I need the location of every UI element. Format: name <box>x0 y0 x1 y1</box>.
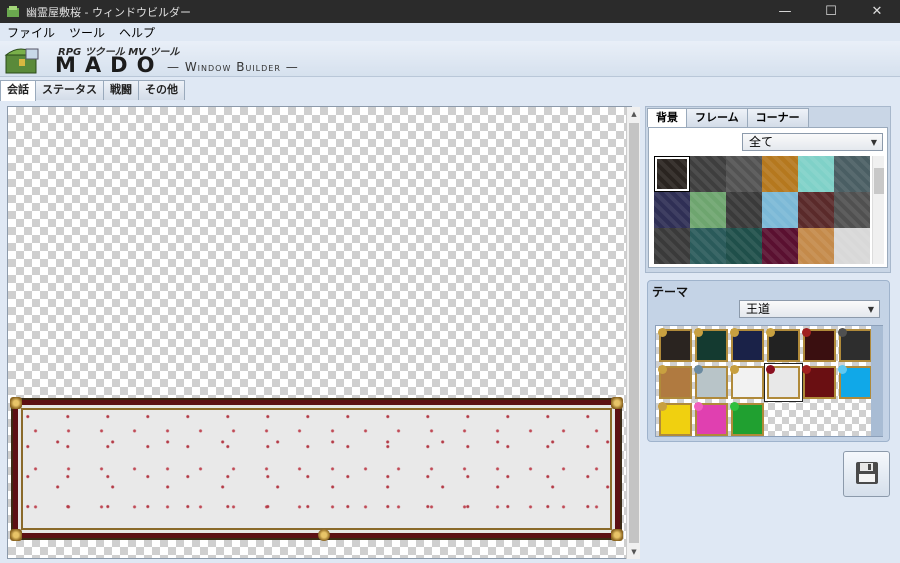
gem-icon <box>766 328 775 337</box>
gem-icon <box>694 328 703 337</box>
theme-tile[interactable] <box>694 328 728 362</box>
theme-tile[interactable] <box>730 365 764 399</box>
background-tile[interactable] <box>726 156 762 192</box>
gem-icon <box>766 365 775 374</box>
floppy-disk-icon <box>854 460 880 489</box>
theme-tile[interactable] <box>658 402 692 436</box>
canvas-scrollbar[interactable]: ▲ ▼ <box>626 107 640 559</box>
header-banner: RPG ツクール MV ツール MADO — Window Builder — <box>0 41 900 77</box>
corner-ornament <box>10 529 22 541</box>
menu-file[interactable]: ファイル <box>0 24 62 41</box>
window-title: 幽霊屋敷桜 - ウィンドウビルダー <box>26 5 191 19</box>
message-window-preview <box>10 397 623 541</box>
theme-scrollbar[interactable] <box>871 326 883 436</box>
title-bar: 幽霊屋敷桜 - ウィンドウビルダー — ☐ ✕ <box>0 0 900 23</box>
theme-label: テーマ <box>652 285 689 299</box>
background-tile[interactable] <box>798 156 834 192</box>
theme-tile[interactable] <box>838 365 872 399</box>
tab-conversation[interactable]: 会話 <box>0 80 36 101</box>
gem-icon <box>838 365 847 374</box>
scroll-thumb[interactable] <box>629 123 639 543</box>
scroll-down-icon[interactable]: ▼ <box>627 545 641 559</box>
background-scrollbar[interactable] <box>872 156 884 264</box>
brand-logo-text: MADO <box>55 53 164 77</box>
theme-tile[interactable] <box>658 328 692 362</box>
chevron-down-icon: ▼ <box>870 138 877 147</box>
background-tile[interactable] <box>690 228 726 264</box>
treasure-chest-icon <box>2 43 42 77</box>
theme-tile[interactable] <box>730 328 764 362</box>
background-tile[interactable] <box>690 192 726 228</box>
theme-tile[interactable] <box>802 365 836 399</box>
background-tile[interactable] <box>762 192 798 228</box>
background-tile[interactable] <box>726 228 762 264</box>
background-tile[interactable] <box>654 228 690 264</box>
asset-tabs: 背景 フレーム コーナー <box>647 108 809 127</box>
gem-icon <box>802 328 811 337</box>
app-icon <box>6 5 20 19</box>
gem-icon <box>730 402 739 411</box>
background-tile[interactable] <box>654 192 690 228</box>
corner-ornament <box>10 397 22 409</box>
scroll-thumb[interactable] <box>874 168 884 194</box>
corner-ornament <box>611 397 623 409</box>
menu-help[interactable]: ヘルプ <box>112 24 162 41</box>
theme-tile[interactable] <box>730 402 764 436</box>
tab-other[interactable]: その他 <box>138 80 185 100</box>
background-tile[interactable] <box>834 156 870 192</box>
theme-value: 王道 <box>746 302 771 316</box>
theme-tile[interactable] <box>694 402 728 436</box>
background-tile[interactable] <box>690 156 726 192</box>
theme-select[interactable]: 王道 ▼ <box>739 300 880 318</box>
theme-tile[interactable] <box>765 364 802 401</box>
maximize-button[interactable]: ☐ <box>808 0 854 23</box>
gem-icon <box>694 365 703 374</box>
background-grid <box>654 156 872 264</box>
background-tile[interactable] <box>798 192 834 228</box>
tab-corner[interactable]: コーナー <box>746 108 809 127</box>
tab-background[interactable]: 背景 <box>647 108 687 127</box>
brand-subtitle: — Window Builder — <box>167 60 299 74</box>
chevron-down-icon: ▼ <box>867 305 874 314</box>
theme-tile[interactable] <box>802 328 836 362</box>
gem-icon <box>694 402 703 411</box>
background-tile[interactable] <box>798 228 834 264</box>
main-tabs: 会話 ステータス 戦闘 その他 <box>0 80 185 101</box>
pause-sign-icon <box>318 529 330 541</box>
tab-battle[interactable]: 戦闘 <box>103 80 139 100</box>
gem-icon <box>658 402 667 411</box>
filter-value: 全て <box>749 135 774 149</box>
gem-icon <box>730 365 739 374</box>
theme-tile[interactable] <box>766 328 800 362</box>
background-tile[interactable] <box>834 192 870 228</box>
theme-tile[interactable] <box>694 365 728 399</box>
background-tile[interactable] <box>654 156 690 192</box>
background-tile[interactable] <box>762 156 798 192</box>
gem-icon <box>730 328 739 337</box>
theme-grid <box>658 328 874 437</box>
background-tile[interactable] <box>834 228 870 264</box>
gem-icon <box>658 328 667 337</box>
gem-icon <box>838 328 847 337</box>
theme-tile[interactable] <box>838 328 872 362</box>
minimize-button[interactable]: — <box>762 0 808 23</box>
gem-icon <box>802 365 811 374</box>
save-button[interactable] <box>843 451 890 497</box>
menu-tools[interactable]: ツール <box>62 24 112 41</box>
background-tile[interactable] <box>762 228 798 264</box>
menu-bar: ファイル ツール ヘルプ <box>0 23 900 41</box>
tab-frame[interactable]: フレーム <box>686 108 748 127</box>
scroll-up-icon[interactable]: ▲ <box>627 107 641 121</box>
background-tile[interactable] <box>726 192 762 228</box>
filter-select[interactable]: 全て ▼ <box>742 133 883 151</box>
tab-status[interactable]: ステータス <box>35 80 104 100</box>
theme-tile[interactable] <box>658 365 692 399</box>
corner-ornament <box>611 529 623 541</box>
gem-icon <box>658 365 667 374</box>
close-button[interactable]: ✕ <box>854 0 900 23</box>
